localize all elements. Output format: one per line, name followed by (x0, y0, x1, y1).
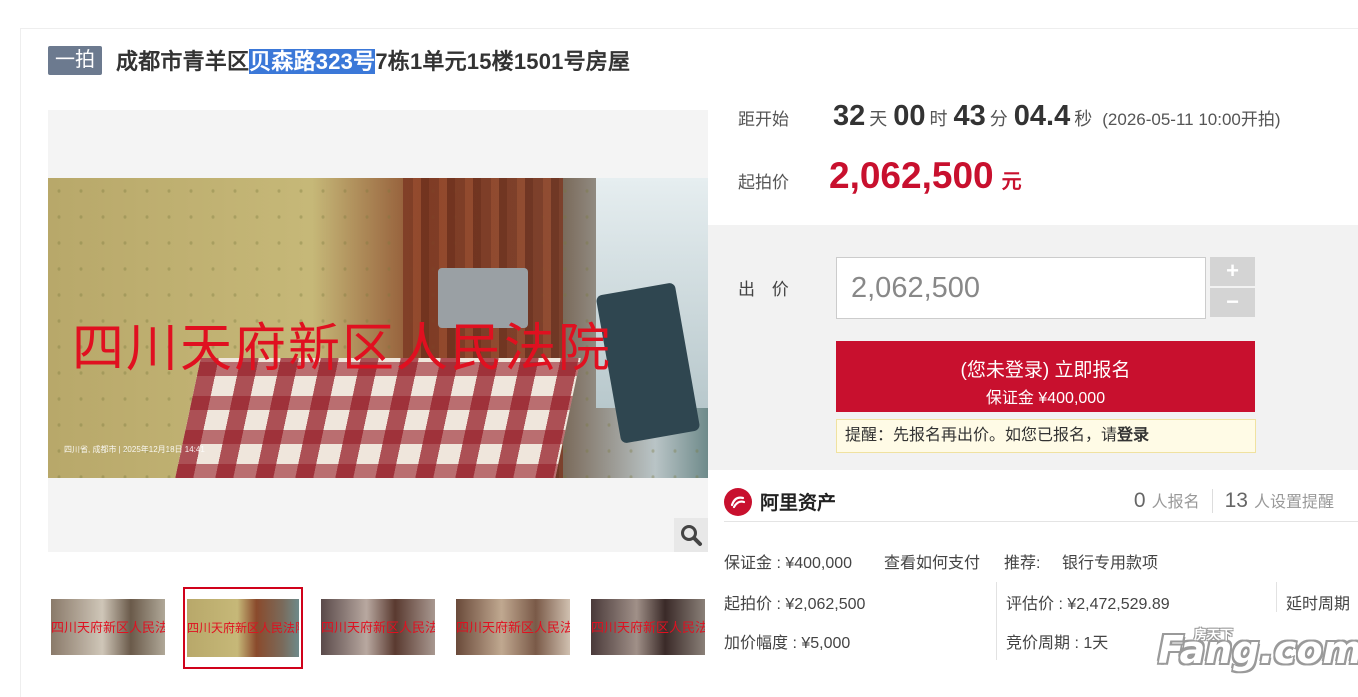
thumbnail-image: 四川天府新区人民法院 (51, 599, 165, 655)
bid-amount-input[interactable] (836, 257, 1206, 319)
title-row: 一拍 成都市青羊区贝森路323号7栋1单元15楼1501号房屋 (48, 44, 630, 76)
thumbnail-image: 四川天府新区人民法院 (456, 599, 570, 655)
increase-bid-button[interactable]: + (1210, 257, 1255, 286)
start-price-info: 起拍价 : ¥2,062,500 (724, 596, 866, 613)
countdown-timer: 32 天 00 时 43 分 04.4 秒 (2026-05-11 10:00开拍) (833, 100, 1281, 133)
thumbnail-strip: 四川天府新区人民法院 四川天府新区人民法院 四川天府新区人民法院 四川天府新区人… (48, 585, 708, 669)
thumbnail-image: 四川天府新区人民法院 (591, 599, 705, 655)
starting-price-label: 起拍价 (738, 173, 789, 192)
signup-deposit-label: 保证金 ¥400,000 (985, 389, 1106, 407)
bank-payment-link[interactable]: 银行专用款项 (1062, 549, 1158, 573)
fang-logo-text: Fang.com (1158, 628, 1358, 672)
countdown-seconds: 04.4 (1013, 100, 1071, 132)
delay-period-info: 延时周期 (1286, 596, 1351, 613)
reminder-tip: 提醒：先报名再出价。如您已报名，请登录 (836, 419, 1256, 453)
countdown-row: 距开始 32 天 00 时 43 分 04.4 秒 (2026-05-11 10:00开… (738, 100, 1281, 140)
title-highlight: 贝森路323号 (249, 49, 376, 74)
signup-button-label: (您未登录) 立即报名 (960, 359, 1131, 381)
ali-swirl-icon (730, 496, 746, 508)
thumbnail-watermark: 四川天府新区人民法院 (321, 621, 435, 636)
stats-divider (1211, 488, 1213, 513)
column-divider (1276, 582, 1277, 612)
starting-price-unit: 元 (1001, 171, 1022, 193)
thumbnail-5[interactable]: 四川天府新区人民法院 (591, 599, 705, 655)
countdown-minutes: 43 (953, 100, 986, 132)
title-suffix: 7栋1单元15楼1501号房屋 (375, 49, 631, 74)
main-image-viewer[interactable]: 四川天府新区人民法院 四川省, 成都市 | 2025年12月18日 14:41 (48, 110, 708, 552)
thumbnail-4[interactable]: 四川天府新区人民法院 (456, 599, 570, 655)
thumbnail-2-selected[interactable]: 四川天府新区人民法院 (183, 587, 303, 669)
hours-unit: 时 (929, 109, 948, 129)
auction-round-badge: 一拍 (48, 45, 102, 75)
countdown-days: 32 (833, 100, 866, 132)
login-link[interactable]: 登录 (1117, 427, 1149, 444)
thumbnail-watermark: 四川天府新区人民法院 (591, 621, 705, 636)
platform-name: 阿里资产 (760, 493, 837, 514)
signup-button[interactable]: (您未登录) 立即报名 保证金 ¥400,000 (836, 341, 1255, 412)
thumbnail-3[interactable]: 四川天府新区人民法院 (321, 599, 435, 655)
reminders-count: 13 (1224, 489, 1248, 512)
deposit-info: 保证金 : ¥400,000 (724, 555, 853, 572)
bid-label: 出 价 (738, 280, 795, 299)
thumbnail-watermark: 四川天府新区人民法院 (51, 621, 165, 636)
appraisal-price-info: 评估价 : ¥2,472,529.89 (1006, 596, 1170, 613)
magnifier-icon (681, 525, 702, 546)
countdown-label: 距开始 (738, 110, 789, 129)
minutes-unit: 分 (989, 109, 1008, 129)
column-divider (996, 582, 997, 660)
starting-price-row: 起拍价 2,062,500 元 (738, 155, 1022, 197)
ali-assets-logo-icon (724, 487, 752, 516)
platform-row: 阿里资产 0 人报名 13 人设置提醒 (724, 482, 1358, 522)
page-title: 成都市青羊区贝森路323号7栋1单元15楼1501号房屋 (116, 44, 630, 76)
how-to-pay-link[interactable]: 查看如何支付 (884, 549, 980, 573)
days-unit: 天 (869, 109, 888, 129)
bid-panel: 出 价 + − (您未登录) 立即报名 保证金 ¥400,000 提醒：先报名再… (708, 225, 1358, 470)
title-prefix: 成都市青羊区 (116, 49, 250, 74)
thumbnail-1[interactable]: 四川天府新区人民法院 (51, 599, 165, 655)
increment-info: 加价幅度 : ¥5,000 (724, 635, 851, 652)
reminders-label: 人设置提醒 (1253, 494, 1334, 511)
thumbnail-image: 四川天府新区人民法院 (321, 599, 435, 655)
court-watermark: 四川天府新区人民法院 (72, 319, 613, 379)
zoom-button[interactable] (674, 518, 708, 552)
auction-start-time: (2026-05-11 10:00开拍) (1102, 110, 1281, 129)
bid-cycle-info: 竞价周期 : 1天 (1006, 635, 1109, 652)
fang-logo-small-text: 房天下 (1194, 628, 1234, 643)
countdown-hours: 00 (893, 100, 926, 132)
starting-price-value: 2,062,500 (829, 155, 994, 196)
main-photo: 四川天府新区人民法院 四川省, 成都市 | 2025年12月18日 14:41 (48, 178, 708, 478)
fang-watermark-logo: 房天下 Fang.com (1158, 628, 1358, 672)
signups-count: 0 (1133, 489, 1146, 512)
signups-label: 人报名 (1151, 494, 1200, 511)
thumbnail-image: 四川天府新区人民法院 (187, 599, 299, 657)
decrease-bid-button[interactable]: − (1210, 288, 1255, 317)
recommend-label: 推荐: (1004, 555, 1041, 572)
thumbnail-watermark: 四川天府新区人民法院 (456, 621, 570, 636)
auction-stats: 0 人报名 13 人设置提醒 (1134, 488, 1334, 513)
seconds-unit: 秒 (1074, 109, 1093, 129)
tip-text: 提醒：先报名再出价。如您已报名，请 (845, 427, 1118, 444)
photo-timestamp: 四川省, 成都市 | 2025年12月18日 14:41 (64, 445, 205, 454)
thumbnail-watermark: 四川天府新区人民法院 (187, 621, 299, 635)
